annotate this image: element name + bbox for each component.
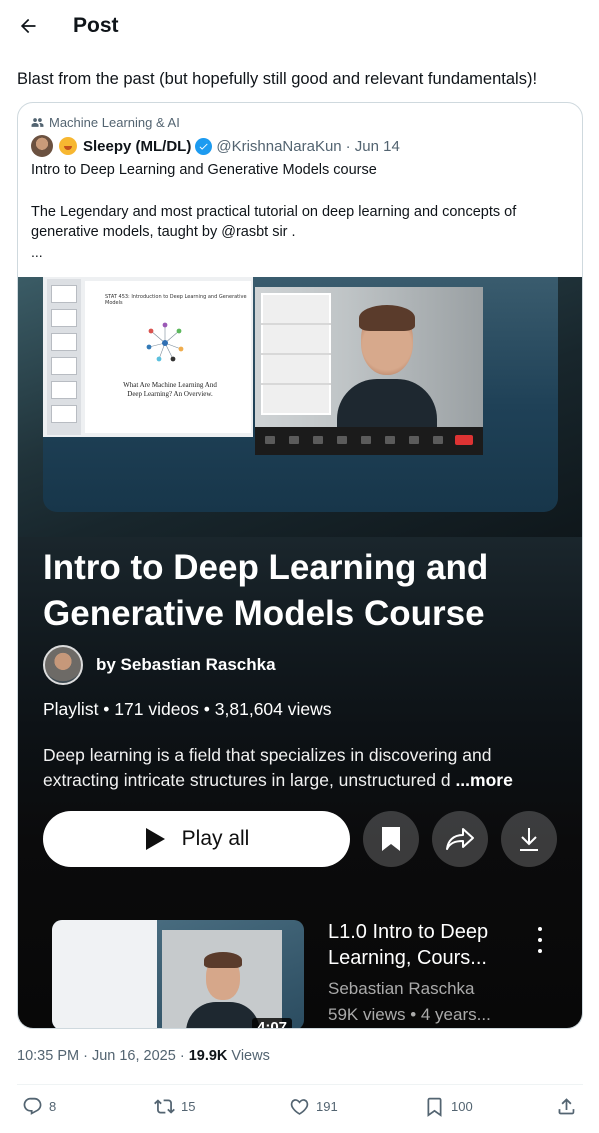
playlist-description: Deep learning is a field that specialize… xyxy=(43,743,563,793)
slide-main: STAT 453: Introduction to Deep Learning … xyxy=(85,281,251,433)
quoted-post-card[interactable]: Machine Learning & AI Sleepy (ML/DL) @Kr… xyxy=(17,102,583,1029)
save-playlist-button xyxy=(363,811,419,867)
more-link: ...more xyxy=(455,770,513,790)
bookmark-icon xyxy=(427,1097,442,1117)
reply-count: 8 xyxy=(49,1099,57,1114)
meeting-toolbar xyxy=(255,427,483,455)
author-name[interactable]: Sleepy (ML/DL) xyxy=(83,138,191,155)
views-count: 19.9K xyxy=(188,1048,228,1064)
quote-ellipsis: ... xyxy=(31,244,43,260)
next-video-stats: 59K views • 4 years... xyxy=(328,1005,491,1024)
slide-thumbnails xyxy=(47,279,81,435)
bookmark-button[interactable]: 100 xyxy=(424,1096,473,1117)
share-button xyxy=(432,811,488,867)
share-post-button[interactable] xyxy=(556,1096,577,1117)
community-icon xyxy=(31,118,44,127)
heart-icon xyxy=(290,1099,309,1115)
views-label: Views xyxy=(227,1048,270,1064)
next-video-thumbnail: 4:07 xyxy=(52,920,304,1028)
neural-network-icon xyxy=(146,322,184,362)
channel-row: by Sebastian Raschka xyxy=(43,645,276,685)
community-label[interactable]: Machine Learning & AI xyxy=(31,115,180,130)
share-icon xyxy=(558,1098,575,1115)
post-date: · Jun 14 xyxy=(345,137,400,155)
quote-text-line: Intro to Deep Learning and Generative Mo… xyxy=(31,162,377,178)
slide-caption: What Are Machine Learning And Deep Learn… xyxy=(123,381,217,398)
channel-avatar xyxy=(43,645,83,685)
quote-text-body: The Legendary and most practical tutoria… xyxy=(31,204,517,240)
back-button[interactable] xyxy=(14,12,42,40)
arrow-left-icon xyxy=(20,18,36,34)
next-video-title: L1.0 Intro to Deep Learning, Cours... xyxy=(328,921,489,969)
avatar[interactable] xyxy=(31,135,53,157)
repost-count: 15 xyxy=(181,1099,196,1114)
share-arrow-icon xyxy=(446,828,474,850)
bookmark-icon xyxy=(382,827,400,851)
next-video-channel: Sebastian Raschka xyxy=(328,979,475,998)
bookmark-count: 100 xyxy=(451,1099,473,1114)
quote-author-row: Sleepy (ML/DL) @KrishnaNaraKun · Jun 14 xyxy=(31,135,400,157)
author-handle[interactable]: @KrishnaNaraKun xyxy=(216,138,341,155)
repost-button[interactable]: 15 xyxy=(154,1096,195,1117)
action-bar: 8 15 191 100 xyxy=(0,1096,599,1122)
reply-icon xyxy=(23,1097,42,1115)
slide-title: STAT 453: Introduction to Deep Learning … xyxy=(105,294,247,306)
play-icon xyxy=(145,828,165,850)
more-options-icon xyxy=(530,927,550,953)
download-icon xyxy=(520,828,538,851)
playlist-title: Intro to Deep Learning and Generative Mo… xyxy=(43,548,489,633)
repost-icon xyxy=(154,1099,175,1114)
verified-badge-icon xyxy=(195,137,213,155)
community-name: Machine Learning & AI xyxy=(49,115,180,130)
download-button xyxy=(501,811,557,867)
emoji-face-icon xyxy=(59,137,77,155)
divider xyxy=(17,1084,583,1085)
post-timestamp: 10:35 PM · Jun 16, 2025 · 19.9K Views xyxy=(17,1048,270,1064)
play-all-label: Play all xyxy=(181,827,250,850)
page-title: Post xyxy=(73,14,119,37)
reply-button[interactable]: 8 xyxy=(22,1096,56,1117)
slide-panel: STAT 453: Introduction to Deep Learning … xyxy=(43,277,253,437)
tweet-text: Blast from the past (but hopefully still… xyxy=(17,70,538,88)
description-text: Deep learning is a field that specialize… xyxy=(43,745,492,790)
channel-name: by Sebastian Raschka xyxy=(96,655,276,674)
post-header: Post xyxy=(0,0,599,54)
playlist-meta: Playlist • 171 videos • 3,81,604 views xyxy=(43,699,332,719)
like-button[interactable]: 191 xyxy=(289,1096,338,1117)
like-count: 191 xyxy=(316,1099,338,1114)
webcam-feed xyxy=(255,287,483,455)
timestamp-text[interactable]: 10:35 PM · Jun 16, 2025 · xyxy=(17,1048,189,1064)
lecture-video-frame: STAT 453: Introduction to Deep Learning … xyxy=(43,277,558,512)
youtube-playlist-preview[interactable]: STAT 453: Introduction to Deep Learning … xyxy=(18,277,582,1028)
play-all-button: Play all xyxy=(43,811,350,867)
video-duration: 4:07 xyxy=(252,1018,293,1028)
